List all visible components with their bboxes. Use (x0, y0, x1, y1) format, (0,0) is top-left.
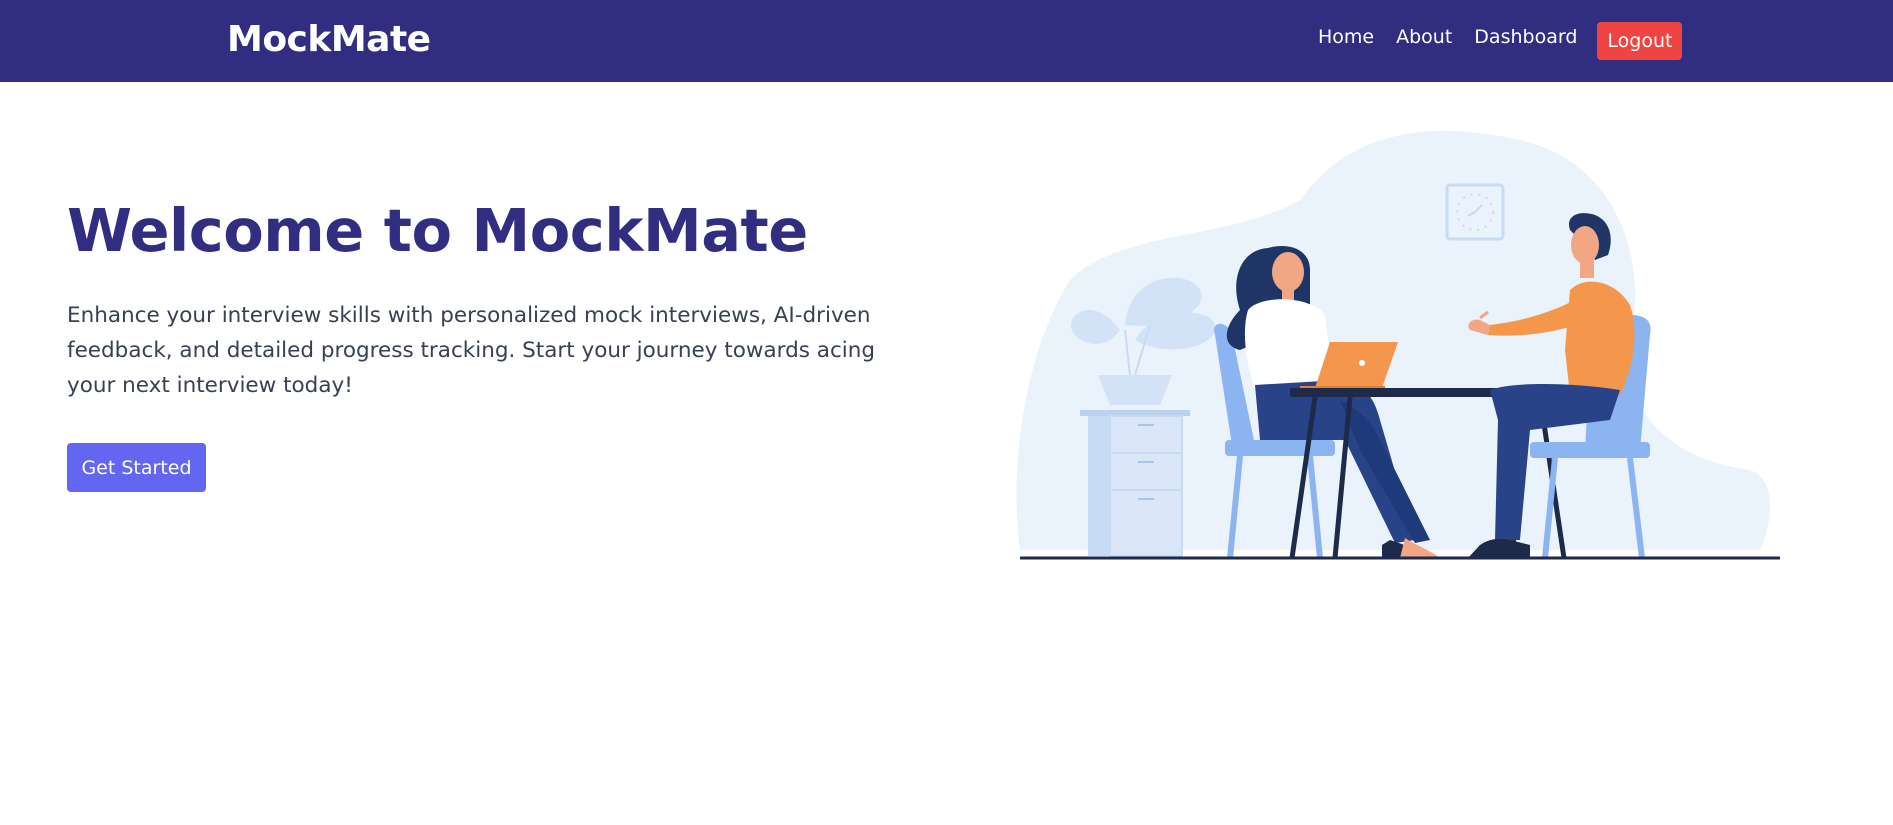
wall-clock-icon (1445, 183, 1505, 241)
nav-link-dashboard[interactable]: Dashboard (1474, 26, 1577, 48)
hero-description: Enhance your interview skills with perso… (67, 303, 876, 398)
nav-link-home[interactable]: Home (1318, 26, 1374, 48)
nav-links: Home About Dashboard Logout (1318, 0, 1683, 82)
navbar: MockMate Home About Dashboard Logout (0, 0, 1893, 82)
nav-link-about[interactable]: About (1396, 26, 1452, 48)
brand-logo[interactable]: MockMate (227, 19, 431, 60)
interview-illustration (1016, 130, 1780, 560)
get-started-button[interactable]: Get Started (67, 443, 206, 492)
hero-title: Welcome to MockMate (67, 196, 808, 265)
cabinet-icon (1080, 410, 1190, 557)
logout-button[interactable]: Logout (1597, 22, 1683, 60)
